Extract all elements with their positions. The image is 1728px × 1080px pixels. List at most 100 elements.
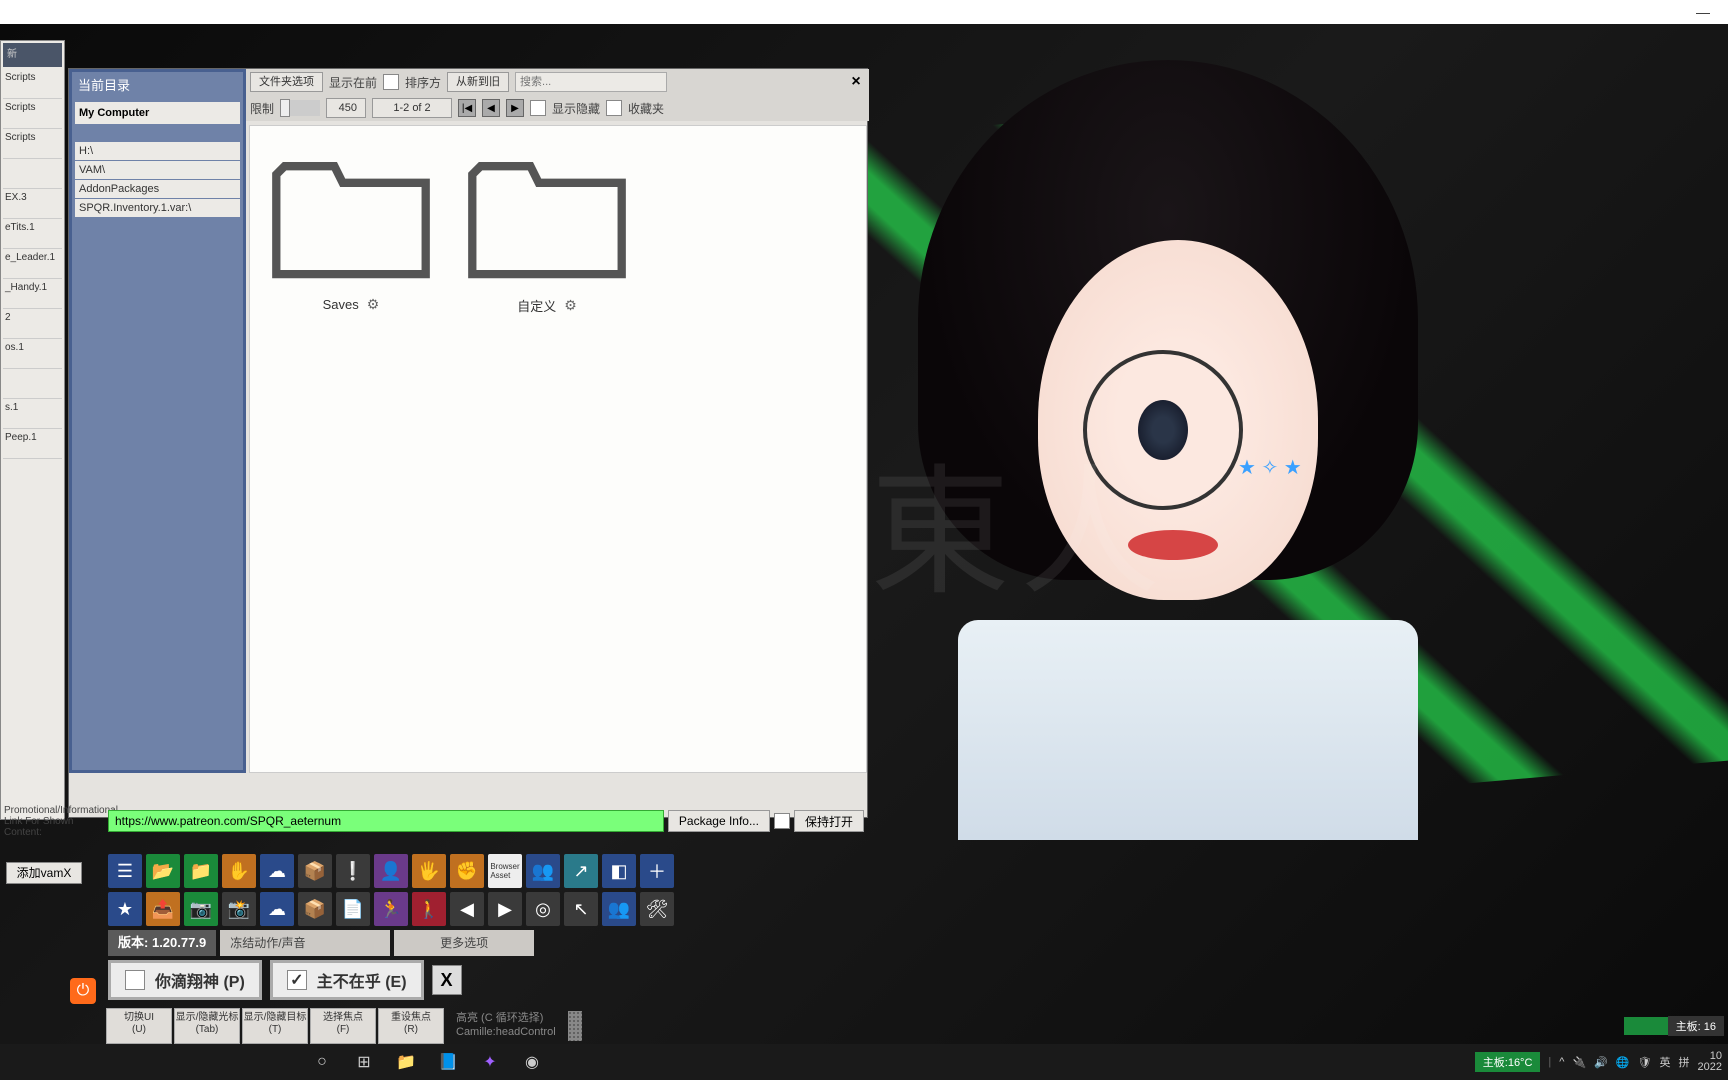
- folder-options-button[interactable]: 文件夹选项: [250, 72, 323, 92]
- prev-icon[interactable]: ◀: [450, 892, 484, 926]
- menu-icon[interactable]: ☰: [108, 854, 142, 888]
- info-icon[interactable]: ❕: [336, 854, 370, 888]
- clock[interactable]: 102022: [1698, 1051, 1722, 1073]
- promo-url-input[interactable]: [108, 810, 664, 832]
- favorites-checkbox[interactable]: [606, 100, 622, 116]
- cursor-icon[interactable]: ↖: [564, 892, 598, 926]
- tree-item[interactable]: H:\: [75, 142, 240, 160]
- show-hidden-checkbox[interactable]: [530, 100, 546, 116]
- list-item[interactable]: _Handy.1: [3, 279, 62, 309]
- list-item[interactable]: Peep.1: [3, 429, 62, 459]
- grab-icon[interactable]: 🖐: [412, 854, 446, 888]
- tray-shield-icon[interactable]: 🛡: [1638, 1056, 1652, 1069]
- cube-icon[interactable]: ◧: [602, 854, 636, 888]
- export-icon[interactable]: 📤: [146, 892, 180, 926]
- tray-network-icon[interactable]: 🌐: [1616, 1056, 1630, 1069]
- help-reset-focus[interactable]: 重设焦点(R): [378, 1008, 444, 1044]
- folder-item-saves[interactable]: Saves ⚙: [260, 136, 442, 336]
- vam-icon[interactable]: ✦: [478, 1050, 502, 1074]
- plus-icon[interactable]: ＋: [640, 854, 674, 888]
- help-cursor[interactable]: 显示/隐藏光标(Tab): [174, 1008, 240, 1044]
- cloud-down-icon[interactable]: ☁: [260, 892, 294, 926]
- tray-usb-icon[interactable]: 🔌: [1572, 1056, 1586, 1069]
- tree-item[interactable]: AddonPackages: [75, 180, 240, 198]
- camera-icon[interactable]: 📷: [184, 892, 218, 926]
- browser-asset-button[interactable]: BrowserAsset: [488, 854, 522, 888]
- sort-order-button[interactable]: 从新到旧: [447, 72, 509, 92]
- search-input[interactable]: [515, 72, 667, 92]
- play-icon[interactable]: ▶: [488, 892, 522, 926]
- power-button[interactable]: ⏻: [70, 978, 96, 1004]
- limit-slider[interactable]: [280, 100, 320, 116]
- gear-icon[interactable]: ⚙: [367, 296, 380, 313]
- list-item[interactable]: s.1: [3, 399, 62, 429]
- list-item[interactable]: e_Leader.1: [3, 249, 62, 279]
- list-item[interactable]: 2: [3, 309, 62, 339]
- list-item[interactable]: os.1: [3, 339, 62, 369]
- freeze-button[interactable]: 冻结动作/声音: [220, 930, 390, 956]
- list-item[interactable]: eTits.1: [3, 219, 62, 249]
- pose-icon[interactable]: 🚶: [412, 892, 446, 926]
- gear-icon[interactable]: ⚙: [564, 297, 577, 314]
- close-panel-button[interactable]: X: [432, 965, 462, 995]
- close-button[interactable]: ×: [847, 73, 865, 91]
- app-icon[interactable]: 📘: [436, 1050, 460, 1074]
- person-icon[interactable]: 👤: [374, 854, 408, 888]
- tree-root[interactable]: My Computer: [75, 102, 240, 124]
- list-item[interactable]: [3, 369, 62, 399]
- show-front-checkbox[interactable]: [383, 74, 399, 90]
- list-item[interactable]: EX.3: [3, 189, 62, 219]
- tree-item[interactable]: SPQR.Inventory.1.var:\: [75, 199, 240, 217]
- drag-handle[interactable]: [568, 1011, 582, 1041]
- open-icon[interactable]: 📂: [146, 854, 180, 888]
- run-icon[interactable]: 🏃: [374, 892, 408, 926]
- list-item[interactable]: Scripts: [3, 129, 62, 159]
- temp-badge[interactable]: 主板:16°C: [1475, 1052, 1541, 1072]
- keep-open-checkbox[interactable]: [774, 813, 790, 829]
- ime-lang[interactable]: 英: [1660, 1054, 1671, 1070]
- minimize-button[interactable]: —: [1688, 2, 1718, 22]
- help-targets[interactable]: 显示/隐藏目标(T): [242, 1008, 308, 1044]
- list-item[interactable]: Scripts: [3, 69, 62, 99]
- hand-icon[interactable]: ✋: [222, 854, 256, 888]
- prev-page-button[interactable]: ◀: [482, 99, 500, 117]
- wrench-icon[interactable]: 🛠: [640, 892, 674, 926]
- keep-open-button[interactable]: 保持打开: [794, 810, 864, 832]
- first-page-button[interactable]: |◀: [458, 99, 476, 117]
- list-item[interactable]: Scripts: [3, 99, 62, 129]
- next-page-button[interactable]: ▶: [506, 99, 524, 117]
- help-focus[interactable]: 选择焦点(F): [310, 1008, 376, 1044]
- cortana-icon[interactable]: ○: [310, 1050, 334, 1074]
- star-icon[interactable]: ★: [108, 892, 142, 926]
- toggle-p[interactable]: 你滴翔神 (P): [108, 960, 262, 1000]
- explorer-icon[interactable]: 📁: [394, 1050, 418, 1074]
- box-icon[interactable]: 📦: [298, 854, 332, 888]
- limit-value[interactable]: 450: [326, 98, 366, 118]
- obs-icon[interactable]: ◉: [520, 1050, 544, 1074]
- add-vamx-button[interactable]: 添加vamX: [6, 862, 82, 884]
- toggle-e[interactable]: ✓ 主不在乎 (E): [270, 960, 424, 1000]
- tray-up-icon[interactable]: ^: [1559, 1056, 1564, 1068]
- target-icon[interactable]: ◎: [526, 892, 560, 926]
- package-icon[interactable]: 📦: [298, 892, 332, 926]
- help-toggle-ui[interactable]: 切换UI(U): [106, 1008, 172, 1044]
- users-icon[interactable]: 👥: [526, 854, 560, 888]
- document-icon[interactable]: 📄: [336, 892, 370, 926]
- folder-icon[interactable]: 📁: [184, 854, 218, 888]
- list-item[interactable]: [3, 159, 62, 189]
- share-icon[interactable]: ↗: [564, 854, 598, 888]
- checkbox-p[interactable]: [125, 970, 145, 990]
- move-icon[interactable]: ✊: [450, 854, 484, 888]
- tray-volume-icon[interactable]: 🔊: [1594, 1056, 1608, 1069]
- left-tab[interactable]: 新: [3, 43, 62, 67]
- more-options-button[interactable]: 更多选项: [394, 930, 534, 956]
- screenshot-icon[interactable]: 📸: [222, 892, 256, 926]
- checkbox-e[interactable]: ✓: [287, 970, 307, 990]
- ime-mode[interactable]: 拼: [1679, 1054, 1690, 1070]
- folder-item-custom[interactable]: 自定义 ⚙: [456, 136, 638, 336]
- package-info-button[interactable]: Package Info...: [668, 810, 770, 832]
- cloud-up-icon[interactable]: ☁: [260, 854, 294, 888]
- tree-item[interactable]: VAM\: [75, 161, 240, 179]
- group-icon[interactable]: 👥: [602, 892, 636, 926]
- task-view-icon[interactable]: ⊞: [352, 1050, 376, 1074]
